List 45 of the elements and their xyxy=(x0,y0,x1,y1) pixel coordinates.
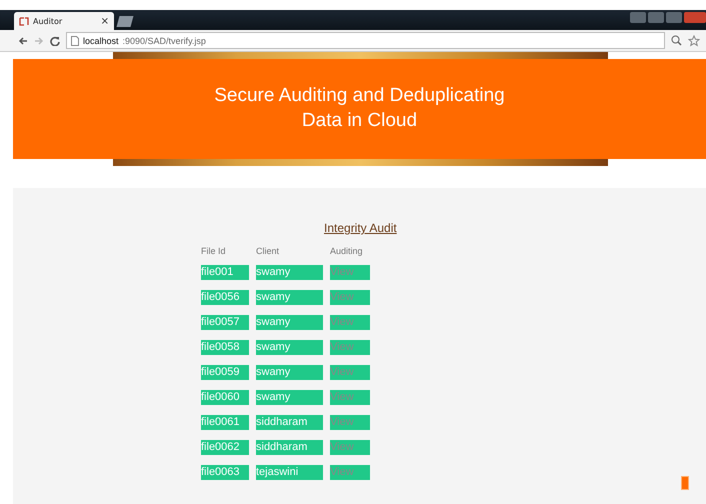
close-icon[interactable]: × xyxy=(100,16,109,26)
browser-tab[interactable]: Auditor × xyxy=(14,12,114,30)
reload-icon[interactable] xyxy=(50,36,60,46)
address-field[interactable]: localhost :9090/SAD/tverify.jsp xyxy=(66,32,665,49)
table-cell: file001 xyxy=(201,265,249,280)
table-cell: file0060 xyxy=(201,390,249,405)
table-cell: file0061 xyxy=(201,415,249,430)
table-cell: file0062 xyxy=(201,440,249,455)
table-cell: file0063 xyxy=(201,465,249,480)
view-link[interactable]: View xyxy=(330,265,370,280)
table-cell: swamy xyxy=(256,340,323,355)
view-link[interactable]: View xyxy=(330,415,370,430)
column-header: File Id xyxy=(201,246,227,256)
table-cell: siddharam xyxy=(256,415,323,430)
view-link[interactable]: View xyxy=(330,465,370,480)
view-link[interactable]: View xyxy=(330,365,370,380)
table-cell: file0059 xyxy=(201,365,249,380)
forward-icon[interactable] xyxy=(34,36,44,46)
view-link[interactable]: View xyxy=(330,340,370,355)
page-icon xyxy=(71,36,79,46)
table-cell: swamy xyxy=(256,365,323,380)
tab-title: Auditor xyxy=(33,16,64,26)
table-cell: swamy xyxy=(256,315,323,330)
table-cell: swamy xyxy=(256,265,323,280)
table-cell: siddharam xyxy=(256,440,323,455)
back-icon[interactable] xyxy=(18,36,28,46)
table-cell: swamy xyxy=(256,290,323,305)
table-cell: file0056 xyxy=(201,290,249,305)
table-cell: file0057 xyxy=(201,315,249,330)
site-title: Secure Auditing and Deduplicating Data in Cloud xyxy=(214,84,505,133)
scroll-top-button[interactable] xyxy=(681,476,689,490)
star-icon[interactable] xyxy=(688,34,700,46)
table-cell: swamy xyxy=(256,390,323,405)
view-link[interactable]: View xyxy=(330,390,370,405)
column-header: Auditing xyxy=(330,246,364,256)
view-link[interactable]: View xyxy=(330,290,370,305)
view-link[interactable]: View xyxy=(330,440,370,455)
new-tab-button[interactable] xyxy=(116,16,134,27)
table-cell: tejaswini xyxy=(256,465,323,480)
view-link[interactable]: View xyxy=(330,315,370,330)
table-cell: file0058 xyxy=(201,340,249,355)
section-title: Integrity Audit xyxy=(324,221,397,235)
zoom-icon[interactable] xyxy=(671,35,682,46)
page-icon xyxy=(19,16,29,26)
column-header: Client xyxy=(256,246,280,256)
